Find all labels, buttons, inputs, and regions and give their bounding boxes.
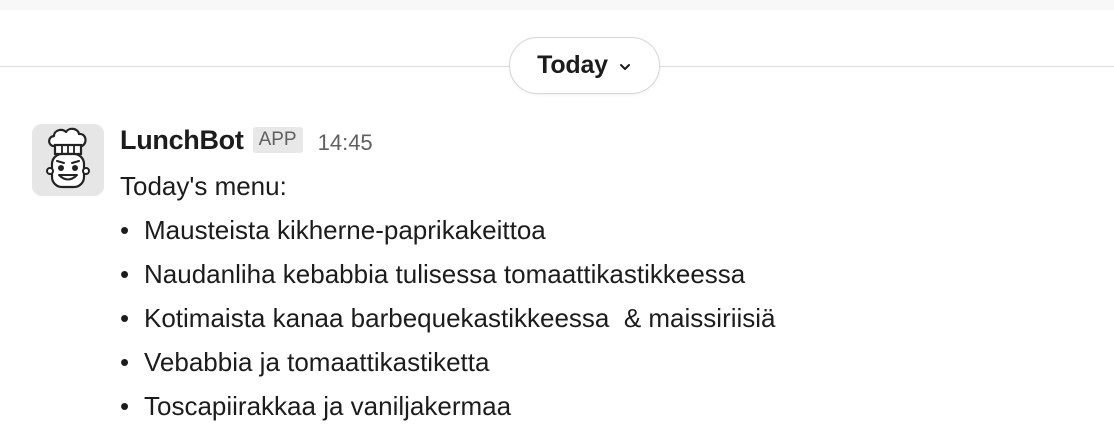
list-item: • Vebabbia ja tomaattikastiketta <box>120 340 1080 384</box>
app-badge: APP <box>252 127 303 153</box>
avatar[interactable] <box>32 124 104 196</box>
sender-name[interactable]: LunchBot <box>120 125 244 156</box>
menu-list: • Mausteista kikherne-paprikakeittoa • N… <box>120 208 1080 428</box>
date-jump-button[interactable]: Today <box>509 37 660 94</box>
menu-item-text: Toscapiirakkaa ja vaniljakermaa <box>144 391 512 421</box>
message-header: LunchBot APP 14:45 <box>120 124 1080 156</box>
message-body: Today's menu: • Mausteista kikherne-papr… <box>120 164 1080 428</box>
bullet: • <box>120 259 130 289</box>
top-strip <box>0 0 1114 10</box>
chef-bot-icon <box>32 124 104 196</box>
bullet: • <box>120 303 130 333</box>
list-item: • Toscapiirakkaa ja vaniljakermaa <box>120 384 1080 428</box>
list-item: • Mausteista kikherne-paprikakeittoa <box>120 208 1080 252</box>
message-content: LunchBot APP 14:45 Today's menu: • Maust… <box>120 124 1080 428</box>
bullet: • <box>120 391 130 421</box>
menu-item-text: Vebabbia ja tomaattikastiketta <box>144 347 490 377</box>
bullet: • <box>120 347 130 377</box>
menu-item-text: Kotimaista kanaa barbequekastikkeessa & … <box>144 303 776 333</box>
bullet: • <box>120 215 130 245</box>
list-item: • Naudanliha kebabbia tulisessa tomaatti… <box>120 252 1080 296</box>
menu-item-text: Naudanliha kebabbia tulisessa tomaattika… <box>144 259 746 289</box>
list-item: • Kotimaista kanaa barbequekastikkeessa … <box>120 296 1080 340</box>
timestamp[interactable]: 14:45 <box>318 130 373 156</box>
date-label: Today <box>537 51 608 79</box>
message-intro: Today's menu: <box>120 171 287 201</box>
chevron-down-icon <box>619 63 630 70</box>
menu-item-text: Mausteista kikherne-paprikakeittoa <box>144 215 546 245</box>
